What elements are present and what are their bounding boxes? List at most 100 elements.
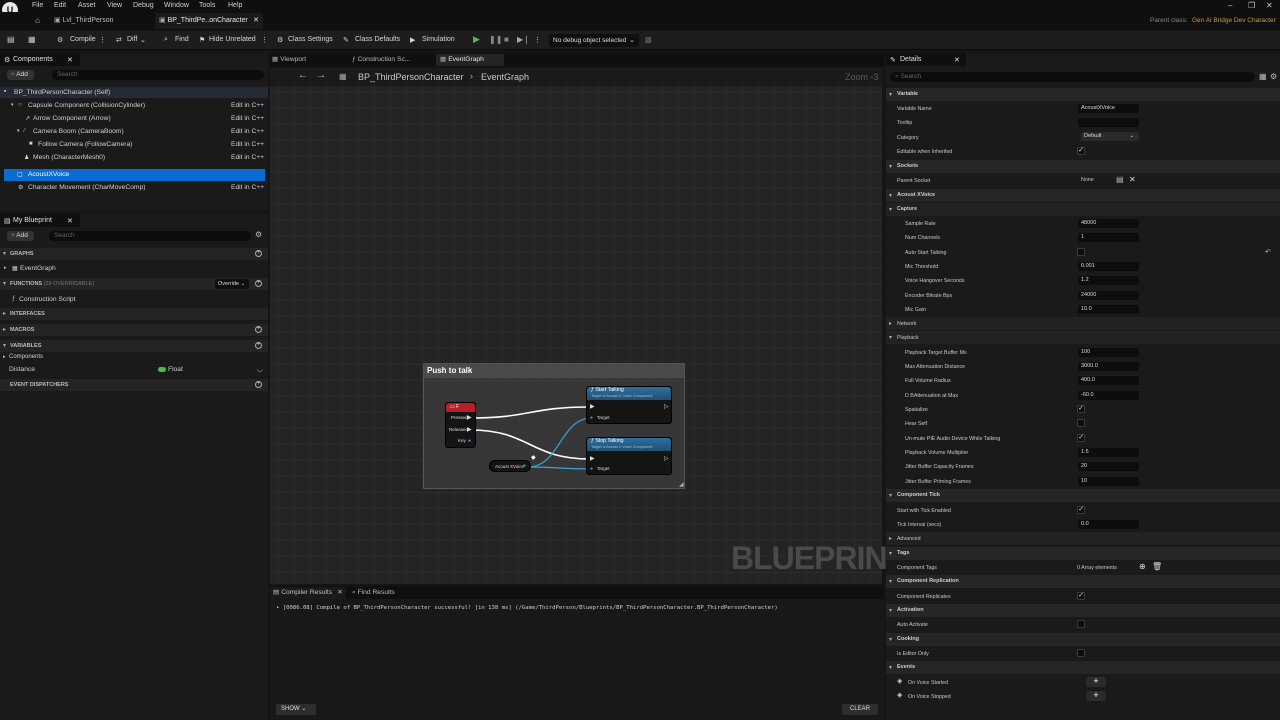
advanced-subsection[interactable] xyxy=(886,532,1280,545)
max-attenuation-input[interactable]: 3000.0 xyxy=(1078,362,1139,371)
details-icon: ✎ xyxy=(890,57,896,64)
activation-section[interactable]: Activation xyxy=(886,604,1280,617)
details-tab[interactable]: ✎ Details ✕ xyxy=(886,53,966,66)
collapse-arrow-icon[interactable]: ▾ xyxy=(889,607,892,614)
max-attenuation-label: Max Attenuation Distance xyxy=(905,364,966,370)
close-tab-icon[interactable]: ✕ xyxy=(337,587,343,599)
target-pin-icon[interactable]: ● xyxy=(590,466,593,472)
replication-section[interactable]: Component Replication xyxy=(886,575,1280,588)
volume-multiplier-input[interactable]: 1.5 xyxy=(1078,448,1139,457)
acoustxvoice-section[interactable]: Acoust XVoice xyxy=(886,189,1280,202)
parent-socket-label: Parent Socket xyxy=(897,178,931,184)
tooltip-label: Tooltip xyxy=(897,120,913,126)
events-section-label: Events xyxy=(897,664,916,670)
add-on-voice-started-button[interactable]: + xyxy=(1086,677,1106,687)
db-attenuation-input[interactable]: -60.0 xyxy=(1078,391,1139,400)
stop-talking-title-row: ƒ Stop Talking xyxy=(591,438,671,445)
collapse-arrow-icon[interactable]: ▾ xyxy=(889,163,892,170)
exec-out-pin-icon[interactable]: ▷ xyxy=(664,403,669,410)
target-pin-icon[interactable]: ● xyxy=(590,415,593,421)
sockets-section[interactable]: Sockets xyxy=(886,160,1280,173)
editable-inherited-checkbox[interactable]: ✓ xyxy=(1077,147,1085,155)
component-tags-label: Component Tags xyxy=(897,565,937,571)
editor-only-checkbox[interactable] xyxy=(1077,649,1085,657)
mic-threshold-input[interactable]: 0.001 xyxy=(1078,262,1139,271)
hear-self-checkbox[interactable] xyxy=(1077,419,1085,427)
clear-button[interactable]: CLEAR xyxy=(842,704,878,715)
category-value: Default xyxy=(1084,133,1102,139)
exec-pin-icon[interactable]: ▶ xyxy=(467,414,472,421)
clear-socket-icon[interactable]: ✕ xyxy=(1129,175,1136,184)
details-search-placeholder: Search xyxy=(900,73,922,80)
tooltip-input[interactable] xyxy=(1078,118,1139,127)
collapse-arrow-icon[interactable]: ▾ xyxy=(889,492,892,499)
collapse-arrow-icon[interactable]: ▾ xyxy=(889,334,892,341)
playback-subsection[interactable] xyxy=(886,331,1280,344)
hangover-input[interactable]: 1.2 xyxy=(1078,276,1139,285)
sample-rate-input[interactable]: 48000 xyxy=(1078,219,1139,228)
add-on-voice-stopped-button[interactable]: + xyxy=(1086,691,1106,701)
browse-socket-icon[interactable]: ▤ xyxy=(1116,175,1124,184)
exec-in-pin-icon[interactable]: ▶ xyxy=(590,403,595,410)
component-tick-label: Component Tick xyxy=(897,492,940,498)
jitter-capacity-input[interactable]: 20 xyxy=(1078,462,1139,471)
network-subsection[interactable] xyxy=(886,317,1280,330)
trash-icon[interactable]: 🗑 xyxy=(1152,562,1162,571)
exec-out-pin-icon[interactable]: ▷ xyxy=(664,455,669,462)
collapse-arrow-icon[interactable]: ▾ xyxy=(889,636,892,643)
collapse-arrow-icon[interactable]: ▾ xyxy=(889,206,892,213)
collapse-arrow-icon[interactable]: ▾ xyxy=(889,192,892,199)
expand-arrow-icon[interactable]: ▸ xyxy=(889,535,892,542)
collapse-arrow-icon[interactable]: ▾ xyxy=(889,664,892,671)
jitter-priming-input[interactable]: 10 xyxy=(1078,477,1139,486)
bitrate-input[interactable]: 24000 xyxy=(1078,291,1139,300)
component-tags-value: 0 Array elements xyxy=(1077,565,1117,571)
collapse-arrow-icon[interactable]: ▾ xyxy=(889,578,892,585)
details-search-input[interactable]: ⌕ Search xyxy=(890,72,1255,82)
auto-start-checkbox[interactable] xyxy=(1077,248,1085,256)
reset-to-default-icon[interactable]: ↶ xyxy=(1265,248,1271,256)
parent-socket-value: None xyxy=(1081,177,1094,183)
cooking-section[interactable]: Cooking xyxy=(886,633,1280,646)
key-struct-pin-icon[interactable]: ● xyxy=(468,438,471,444)
exec-pin-icon[interactable]: ▶ xyxy=(467,426,472,433)
replicates-checkbox[interactable]: ✓ xyxy=(1077,592,1085,600)
tick-interval-input[interactable]: 0.0 xyxy=(1078,520,1139,529)
full-volume-input[interactable]: 400.0 xyxy=(1078,376,1139,385)
unmute-pie-checkbox[interactable]: ✓ xyxy=(1077,434,1085,442)
variable-section[interactable]: Variable xyxy=(886,88,1280,101)
capture-subsection[interactable] xyxy=(886,203,1280,216)
chevron-down-icon: ⌄ xyxy=(1129,133,1134,139)
start-tick-checkbox[interactable]: ✓ xyxy=(1077,506,1085,514)
collapse-arrow-icon[interactable]: ▾ xyxy=(889,91,892,98)
events-section[interactable]: Events xyxy=(886,661,1280,674)
on-voice-stopped-label: On Voice Stopped xyxy=(908,694,951,700)
mic-gain-input[interactable]: 10.0 xyxy=(1078,305,1139,314)
component-tick-section[interactable]: Component Tick xyxy=(886,489,1280,502)
released-pin-label: Released xyxy=(449,427,469,432)
grid-view-icon[interactable]: ▦ xyxy=(1259,72,1267,81)
exec-in-pin-icon[interactable]: ▶ xyxy=(590,455,595,462)
tags-section[interactable]: Tags xyxy=(886,547,1280,560)
tab-find-results[interactable]: ⌕ Find Results xyxy=(352,587,412,599)
expand-arrow-icon[interactable]: ▸ xyxy=(889,320,892,327)
collapse-arrow-icon[interactable]: ▾ xyxy=(889,550,892,557)
hangover-label: Voice Hangover Seconds xyxy=(905,278,965,284)
category-dropdown[interactable]: Default ⌄ xyxy=(1081,132,1139,141)
variable-out-pin-icon[interactable]: ● xyxy=(523,463,526,469)
reroute-knot-icon[interactable]: ◆ xyxy=(531,454,536,461)
stop-talking-header: ƒ Stop Talking Target is Acoust X Voice … xyxy=(587,438,671,451)
show-filter-button[interactable]: SHOW ⌄ xyxy=(276,704,316,715)
target-buffer-input[interactable]: 100 xyxy=(1078,348,1139,357)
spatialize-checkbox[interactable]: ✓ xyxy=(1077,405,1085,413)
tab-compiler-results[interactable]: ▤ Compiler Results ✕ xyxy=(270,587,346,599)
add-element-icon[interactable]: ⊕ xyxy=(1139,562,1146,571)
settings-gear-icon[interactable]: ⚙ xyxy=(1270,72,1277,81)
editor-only-label: Is Editor Only xyxy=(897,651,929,657)
num-channels-input[interactable]: 1 xyxy=(1078,233,1139,242)
variable-name-input[interactable]: AcoustXVoice xyxy=(1078,104,1139,113)
auto-activate-checkbox[interactable] xyxy=(1077,620,1085,628)
close-panel-icon[interactable]: ✕ xyxy=(954,56,960,64)
results-icon: ▤ xyxy=(273,589,282,596)
unmute-pie-label: Un-mute PIE Audio Device While Talking xyxy=(905,436,1001,442)
